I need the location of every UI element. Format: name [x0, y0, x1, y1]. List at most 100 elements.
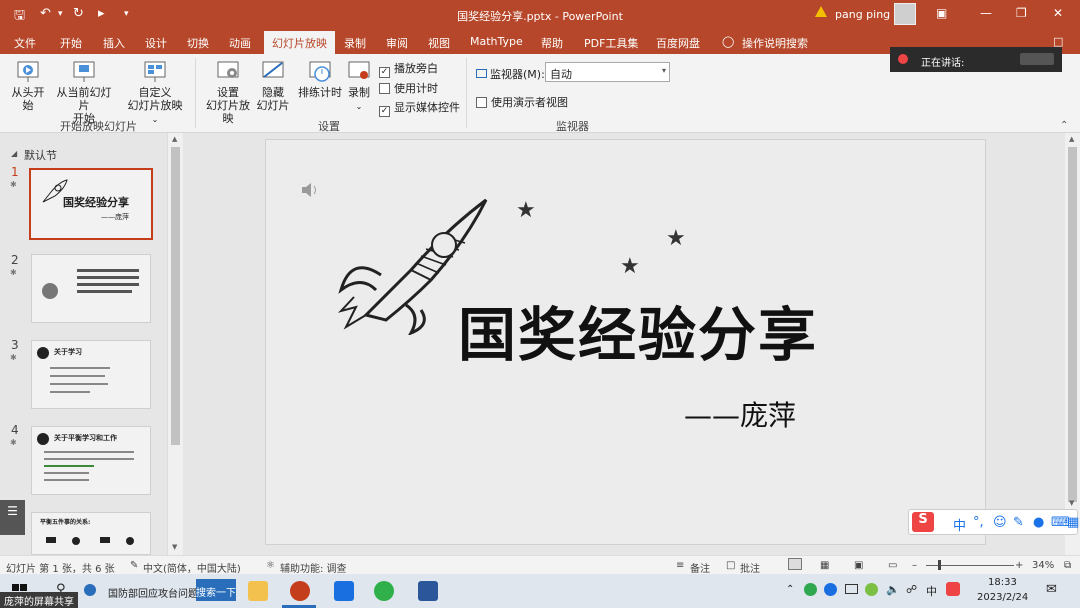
- stopwatch-icon: [309, 61, 331, 82]
- sogou-logo-icon[interactable]: S: [912, 512, 934, 532]
- clock-date[interactable]: 2023/2/24: [977, 592, 1028, 603]
- search-go-button[interactable]: 搜索一下: [196, 579, 236, 601]
- slide-thumbnail[interactable]: 国奖经验分享 ——庞萍: [29, 168, 153, 240]
- from-beginning-button[interactable]: 从头开始: [8, 60, 48, 112]
- monitor-select[interactable]: 自动 ▾: [545, 62, 670, 82]
- volume-icon[interactable]: 🔈: [886, 583, 900, 596]
- tab-record[interactable]: 录制: [344, 35, 366, 51]
- tab-review[interactable]: 审阅: [386, 35, 408, 51]
- ime-language[interactable]: 中: [953, 515, 966, 534]
- avatar[interactable]: [894, 3, 916, 25]
- ribbon-display-options-icon[interactable]: ▣: [936, 6, 947, 20]
- grid-icon[interactable]: ▦: [1067, 515, 1079, 530]
- tab-help[interactable]: 帮助: [541, 35, 563, 51]
- tab-design[interactable]: 设计: [145, 35, 167, 51]
- pen-icon[interactable]: ✎: [1013, 515, 1024, 530]
- slide-thumbnail[interactable]: [31, 254, 151, 323]
- tab-pdf-tools[interactable]: PDF工具集: [584, 35, 638, 51]
- microphone-icon[interactable]: ●: [1033, 515, 1044, 530]
- tab-view[interactable]: 视图: [428, 35, 450, 51]
- scrollbar-thumb[interactable]: [1068, 147, 1077, 502]
- slideshow-view-icon[interactable]: ▭: [888, 560, 897, 571]
- zoom-in-icon[interactable]: +: [1015, 560, 1023, 571]
- slide-thumbnail[interactable]: 关于学习: [31, 340, 151, 409]
- scrollbar-thumb[interactable]: [171, 147, 180, 445]
- language-status[interactable]: 中文(简体，中国大陆): [143, 560, 241, 575]
- battery-icon[interactable]: [845, 584, 858, 594]
- comments-button[interactable]: 批注: [740, 560, 760, 575]
- tray-app-icon[interactable]: [824, 583, 837, 596]
- powerpoint-icon[interactable]: [290, 581, 310, 601]
- zoom-out-icon[interactable]: –: [912, 560, 917, 571]
- slide-canvas[interactable]: ★ ★ ★ 国奖经验分享 ——庞萍: [265, 139, 986, 545]
- slide-title[interactable]: 国奖经验分享: [458, 288, 818, 372]
- scroll-down-icon[interactable]: ▼: [1069, 499, 1074, 507]
- ime-tray-label[interactable]: 中: [926, 583, 937, 599]
- notes-icon[interactable]: ≡: [676, 560, 684, 571]
- network-icon[interactable]: ☍: [906, 583, 917, 596]
- spellcheck-icon[interactable]: ✎: [130, 560, 138, 571]
- normal-view-icon[interactable]: [788, 558, 802, 570]
- section-header[interactable]: 默认节: [24, 147, 57, 163]
- tab-mathtype[interactable]: MathType: [470, 35, 523, 48]
- collapse-ribbon-icon[interactable]: ⌃: [1060, 120, 1068, 131]
- tab-transitions[interactable]: 切换: [187, 35, 209, 51]
- scroll-up-icon[interactable]: ▲: [1069, 135, 1074, 143]
- section-collapse-icon[interactable]: ◢: [11, 149, 17, 158]
- custom-slideshow-button[interactable]: 自定义 幻灯片放映 ⌄: [123, 60, 187, 126]
- notes-button[interactable]: 备注: [690, 560, 710, 575]
- warning-icon[interactable]: [815, 6, 827, 17]
- restore-icon[interactable]: ❐: [1016, 6, 1027, 20]
- minimize-icon[interactable]: —: [980, 6, 992, 20]
- speaker-icon[interactable]: [300, 180, 320, 200]
- hide-slide-button[interactable]: 隐藏 幻灯片: [256, 60, 290, 112]
- accessibility-icon[interactable]: ⚛: [266, 560, 275, 571]
- setup-slideshow-button[interactable]: 设置 幻灯片放映: [202, 60, 254, 125]
- tray-app-icon[interactable]: [865, 583, 878, 596]
- fit-to-window-icon[interactable]: ⧉: [1064, 560, 1071, 571]
- punctuation-icon[interactable]: °,: [973, 515, 984, 530]
- sogou-tray-icon[interactable]: [946, 582, 960, 596]
- slide-subtitle[interactable]: ——庞萍: [684, 394, 796, 434]
- tab-slideshow[interactable]: 幻灯片放映: [264, 31, 335, 54]
- tab-home[interactable]: 开始: [60, 35, 82, 51]
- tab-insert[interactable]: 插入: [103, 35, 125, 51]
- rehearse-timings-button[interactable]: 排练计时: [296, 60, 344, 99]
- taskbar-search-text[interactable]: 国防部回应攻台问题: [108, 585, 198, 600]
- tab-file[interactable]: 文件: [14, 35, 36, 51]
- slide-thumbnail[interactable]: 平衡五件事的关系:: [31, 512, 151, 555]
- file-explorer-icon[interactable]: [248, 581, 268, 601]
- comments-icon[interactable]: □: [726, 560, 735, 571]
- tab-baidu-netdisk[interactable]: 百度网盘: [656, 35, 700, 51]
- outline-view-icon[interactable]: ☰: [0, 500, 25, 535]
- accessibility-status[interactable]: 辅助功能: 调查: [280, 560, 347, 575]
- play-narrations-checkbox[interactable]: ✓ 播放旁白: [379, 60, 438, 78]
- zoom-slider-thumb[interactable]: [938, 560, 941, 570]
- clock-time[interactable]: 18:33: [988, 577, 1017, 588]
- meeting-app-icon[interactable]: [334, 581, 354, 601]
- scroll-up-icon[interactable]: ▲: [172, 135, 177, 143]
- zoom-level[interactable]: 34%: [1032, 560, 1054, 571]
- slide-sorter-icon[interactable]: ▦: [820, 560, 829, 571]
- emoji-icon[interactable]: ☺: [993, 515, 1007, 530]
- close-icon[interactable]: ✕: [1053, 6, 1063, 20]
- reading-view-icon[interactable]: ▣: [854, 560, 863, 571]
- use-timings-checkbox[interactable]: 使用计时: [379, 80, 438, 96]
- editor-scrollbar[interactable]: ▲ ▼: [1065, 133, 1080, 555]
- user-name[interactable]: pang ping: [835, 8, 890, 21]
- ime-toolbar[interactable]: S 中 °, ☺ ✎ ● ⌨ ▦: [908, 509, 1079, 535]
- thumbnail-scrollbar[interactable]: ▲ ▼: [167, 133, 183, 555]
- word-icon[interactable]: [418, 581, 438, 601]
- notification-icon[interactable]: ✉: [1046, 582, 1057, 597]
- tray-app-icon[interactable]: [804, 583, 817, 596]
- wechat-icon[interactable]: [374, 581, 394, 601]
- record-button[interactable]: 录制 ⌄: [345, 60, 373, 113]
- tab-animations[interactable]: 动画: [229, 35, 251, 51]
- show-media-controls-checkbox[interactable]: ✓ 显示媒体控件: [379, 99, 460, 117]
- slide-thumbnail[interactable]: 关于平衡学习和工作: [31, 426, 151, 495]
- from-current-button[interactable]: 从当前幻灯片 开始: [52, 60, 116, 125]
- tell-me-search[interactable]: 操作说明搜索: [742, 35, 808, 51]
- scroll-down-icon[interactable]: ▼: [172, 543, 177, 551]
- presenter-view-checkbox[interactable]: 使用演示者视图: [476, 94, 568, 110]
- tray-overflow-icon[interactable]: ⌃: [786, 584, 794, 595]
